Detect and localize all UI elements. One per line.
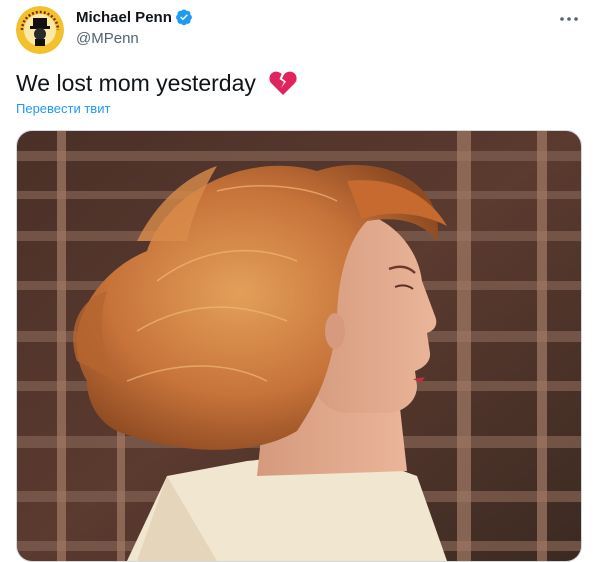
tweet-text-content: We lost mom yesterday (16, 69, 256, 96)
tweet-text: We lost mom yesterday (16, 69, 298, 97)
more-options-icon[interactable] (558, 8, 580, 30)
author-name-label: Michael Penn (76, 8, 172, 26)
author-name[interactable]: Michael Penn (76, 8, 193, 26)
tweet-media-photo[interactable] (16, 130, 582, 562)
avatar[interactable] (16, 6, 64, 54)
author-handle[interactable]: @MPenn (76, 30, 139, 47)
tweet-card: Michael Penn @MPenn We lost mom yesterda… (0, 0, 600, 562)
broken-heart-icon (268, 69, 298, 97)
photo-image (17, 131, 581, 561)
verified-badge-icon (175, 8, 193, 26)
translate-tweet-link[interactable]: Перевести твит (16, 101, 110, 116)
avatar-image (16, 6, 64, 54)
